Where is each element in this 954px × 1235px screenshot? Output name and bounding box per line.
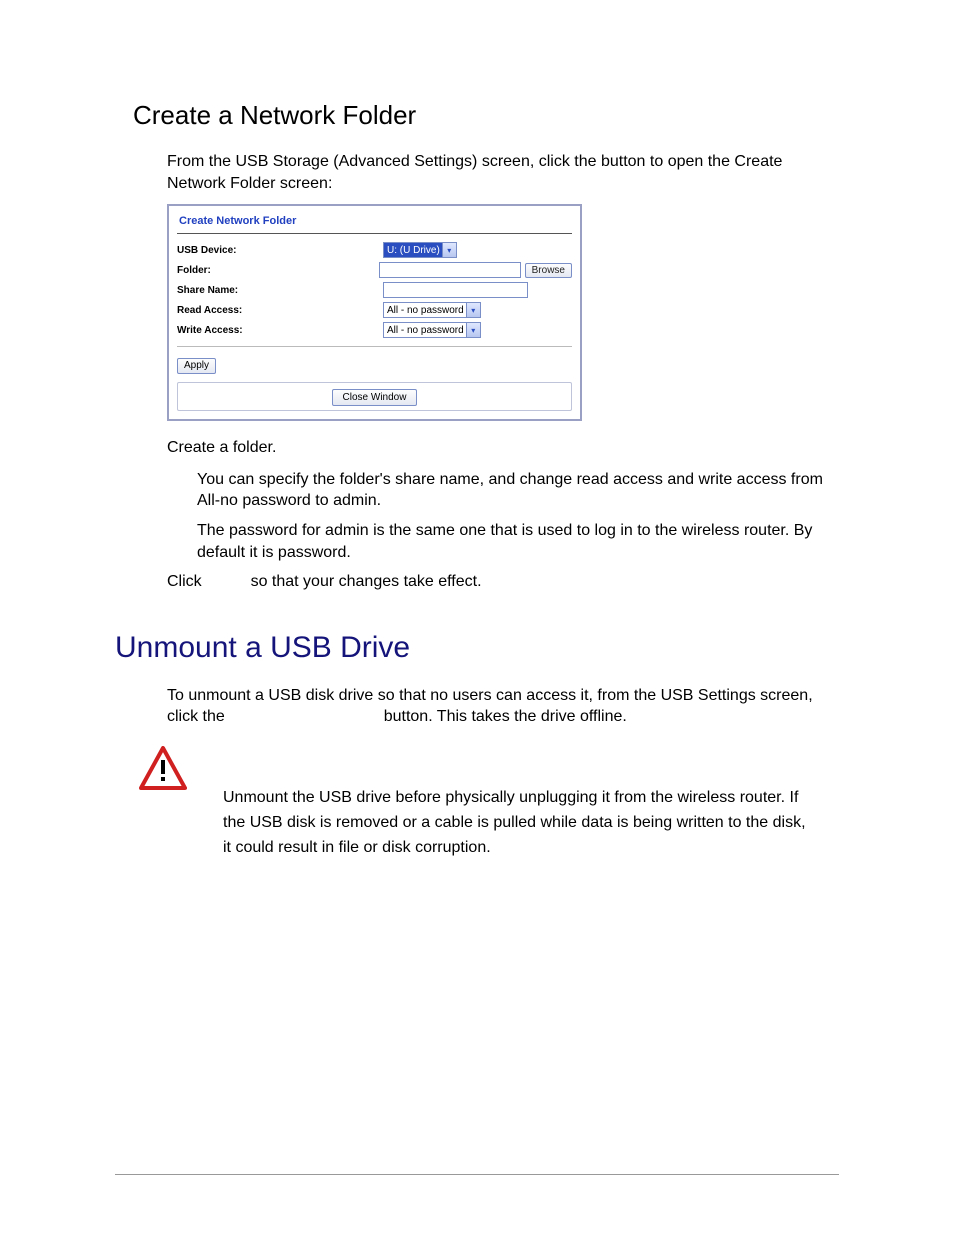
text-takes-effect: so that your changes take effect. <box>251 573 482 590</box>
heading-unmount-usb: Unmount a USB Drive <box>115 631 839 665</box>
row-usb-device: USB Device: U: (U Drive) ▾ <box>177 240 572 260</box>
row-write-access: Write Access: All - no password ▾ <box>177 320 572 340</box>
unmount-intro: To unmount a USB disk drive so that no u… <box>167 685 839 728</box>
dialog-create-network-folder: Create Network Folder USB Device: U: (U … <box>167 204 582 421</box>
row-share-name: Share Name: <box>177 280 572 300</box>
dropdown-read-access[interactable]: All - no password ▾ <box>383 302 481 318</box>
document-page: Create a Network Folder From the USB Sto… <box>0 0 954 1235</box>
text-click: Click <box>167 573 202 590</box>
warning-block: Unmount the USB drive before physically … <box>139 746 839 860</box>
step-click-apply: Click so that your changes take effect. <box>167 571 839 593</box>
step-create-folder: Create a folder. <box>167 437 839 459</box>
label-share-name: Share Name: <box>177 285 383 296</box>
browse-button[interactable]: Browse <box>525 263 572 278</box>
dropdown-usb-device-value: U: (U Drive) <box>387 245 440 256</box>
close-row: Close Window <box>177 382 572 411</box>
warning-icon <box>139 746 187 790</box>
dropdown-usb-device[interactable]: U: (U Drive) ▾ <box>383 242 457 258</box>
apply-button[interactable]: Apply <box>177 358 216 374</box>
input-folder[interactable] <box>379 262 521 278</box>
chevron-down-icon: ▾ <box>466 303 480 317</box>
input-share-name[interactable] <box>383 282 528 298</box>
heading-create-network-folder: Create a Network Folder <box>133 100 839 131</box>
label-read-access: Read Access: <box>177 305 383 316</box>
dialog-title: Create Network Folder <box>177 212 572 231</box>
label-usb-device: USB Device: <box>177 245 383 256</box>
warning-text: Unmount the USB drive before physically … <box>223 746 839 860</box>
chevron-down-icon: ▾ <box>442 243 456 257</box>
page-footer-rule <box>115 1174 839 1175</box>
dropdown-write-access[interactable]: All - no password ▾ <box>383 322 481 338</box>
close-window-button[interactable]: Close Window <box>332 389 418 406</box>
dropdown-read-value: All - no password <box>387 305 464 316</box>
unmount-text-b: button. This takes the drive offline. <box>384 708 627 725</box>
intro-text: From the USB Storage (Advanced Settings)… <box>167 151 839 194</box>
label-folder: Folder: <box>177 265 379 276</box>
label-write-access: Write Access: <box>177 325 383 336</box>
row-folder: Folder: Browse <box>177 260 572 280</box>
detail-admin-password: The password for admin is the same one t… <box>197 520 839 563</box>
divider <box>177 346 572 347</box>
divider <box>177 233 572 234</box>
detail-share-name: You can specify the folder's share name,… <box>197 469 839 512</box>
dropdown-write-value: All - no password <box>387 325 464 336</box>
row-read-access: Read Access: All - no password ▾ <box>177 300 572 320</box>
chevron-down-icon: ▾ <box>466 323 480 337</box>
